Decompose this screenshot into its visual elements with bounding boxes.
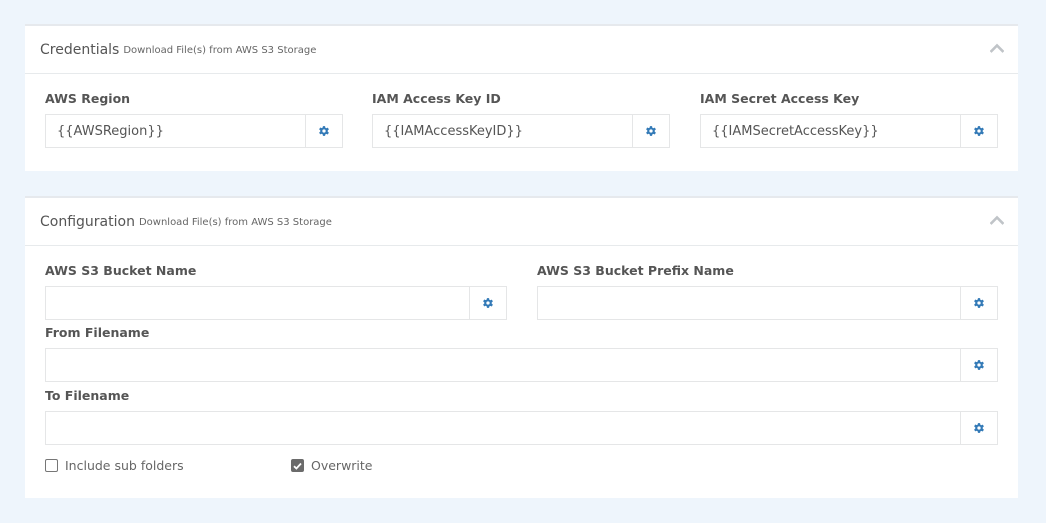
- configuration-collapse-button[interactable]: [990, 215, 1004, 227]
- s3-bucket-prefix-name-variable-button[interactable]: [960, 287, 997, 319]
- s3-bucket-name-variable-button[interactable]: [469, 287, 506, 319]
- gear-icon: [318, 125, 330, 137]
- from-filename-input[interactable]: [46, 349, 960, 381]
- overwrite-checkbox[interactable]: [291, 459, 304, 472]
- s3-bucket-name-label: AWS S3 Bucket Name: [45, 263, 197, 278]
- iam-secret-access-key-field: IAM Secret Access Key: [700, 91, 998, 149]
- s3-bucket-name-input-group: [45, 286, 507, 320]
- iam-secret-access-key-input-group: [700, 114, 998, 148]
- credentials-subtitle: Download File(s) from AWS S3 Storage: [123, 45, 317, 56]
- s3-bucket-prefix-name-label: AWS S3 Bucket Prefix Name: [537, 263, 734, 278]
- credentials-title: Credentials: [40, 41, 120, 58]
- overwrite-checkbox-row[interactable]: Overwrite: [291, 458, 373, 473]
- chevron-up-icon: [990, 43, 1004, 53]
- aws-region-input-group: [45, 114, 343, 148]
- iam-access-key-id-input-group: [372, 114, 670, 148]
- to-filename-input-group: [45, 411, 998, 445]
- configuration-title: Configuration: [40, 213, 135, 230]
- aws-region-field: AWS Region: [45, 91, 343, 149]
- gear-icon: [973, 297, 985, 309]
- iam-secret-access-key-input[interactable]: [701, 115, 960, 147]
- iam-access-key-id-input[interactable]: [373, 115, 632, 147]
- chevron-up-icon: [990, 215, 1004, 225]
- gear-icon: [645, 125, 657, 137]
- configuration-subtitle: Download File(s) from AWS S3 Storage: [138, 217, 332, 228]
- s3-bucket-prefix-name-input-group: [537, 286, 998, 320]
- to-filename-variable-button[interactable]: [960, 412, 997, 444]
- include-sub-folders-checkbox[interactable]: [45, 459, 58, 472]
- from-filename-field: From Filename: [45, 325, 998, 383]
- credentials-panel-header: Credentials Download File(s) from AWS S3…: [25, 26, 1018, 74]
- gear-icon: [973, 359, 985, 371]
- gear-icon: [973, 422, 985, 434]
- gear-icon: [482, 297, 494, 309]
- from-filename-label: From Filename: [45, 325, 150, 340]
- credentials-panel: Credentials Download File(s) from AWS S3…: [25, 24, 1018, 171]
- iam-secret-access-key-variable-button[interactable]: [960, 115, 997, 147]
- to-filename-field: To Filename: [45, 388, 998, 446]
- iam-access-key-id-field: IAM Access Key ID: [372, 91, 670, 149]
- s3-bucket-prefix-name-input[interactable]: [538, 287, 960, 319]
- from-filename-variable-button[interactable]: [960, 349, 997, 381]
- s3-bucket-name-field: AWS S3 Bucket Name: [45, 263, 507, 321]
- include-sub-folders-label: Include sub folders: [65, 458, 184, 473]
- gear-icon: [973, 125, 985, 137]
- overwrite-label: Overwrite: [311, 458, 373, 473]
- from-filename-input-group: [45, 348, 998, 382]
- aws-region-input[interactable]: [46, 115, 305, 147]
- iam-access-key-id-variable-button[interactable]: [632, 115, 669, 147]
- configuration-panel-header: Configuration Download File(s) from AWS …: [25, 198, 1018, 246]
- s3-bucket-prefix-name-field: AWS S3 Bucket Prefix Name: [537, 263, 998, 321]
- checkmark-icon: [293, 462, 302, 470]
- to-filename-label: To Filename: [45, 388, 130, 403]
- iam-access-key-id-label: IAM Access Key ID: [372, 91, 501, 106]
- aws-region-label: AWS Region: [45, 91, 131, 106]
- s3-bucket-name-input[interactable]: [46, 287, 469, 319]
- aws-region-variable-button[interactable]: [305, 115, 342, 147]
- to-filename-input[interactable]: [46, 412, 960, 444]
- iam-secret-access-key-label: IAM Secret Access Key: [700, 91, 860, 106]
- credentials-collapse-button[interactable]: [990, 43, 1004, 55]
- configuration-panel: Configuration Download File(s) from AWS …: [25, 196, 1018, 498]
- include-sub-folders-checkbox-row[interactable]: Include sub folders: [45, 458, 184, 473]
